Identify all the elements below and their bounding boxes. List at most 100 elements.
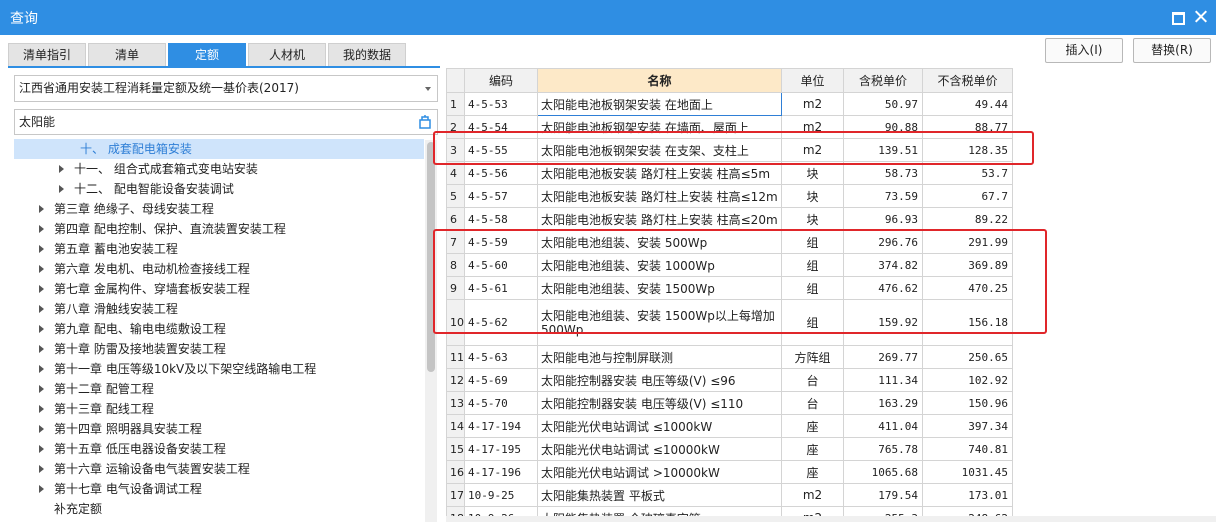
unit-cell[interactable]: 组 — [781, 276, 844, 300]
price-tax-cell[interactable]: 269.77 — [843, 345, 923, 369]
expand-arrow-icon[interactable] — [39, 345, 44, 353]
code-cell[interactable]: 4-5-60 — [464, 253, 538, 277]
unit-cell[interactable]: 块 — [781, 161, 844, 185]
code-cell[interactable]: 4-5-62 — [464, 299, 538, 346]
expand-arrow-icon[interactable] — [39, 285, 44, 293]
price-notax-cell[interactable]: 150.96 — [922, 391, 1013, 415]
expand-arrow-icon[interactable] — [59, 165, 64, 173]
price-tax-cell[interactable]: 163.29 — [843, 391, 923, 415]
expand-arrow-icon[interactable] — [59, 185, 64, 193]
row-number[interactable]: 2 — [446, 115, 465, 139]
name-cell[interactable]: 太阳能控制器安装 电压等级(V) ≤110 — [537, 391, 782, 415]
price-tax-cell[interactable]: 179.54 — [843, 483, 923, 507]
price-tax-cell[interactable]: 73.59 — [843, 184, 923, 208]
tab-quota[interactable]: 定额 — [168, 43, 246, 67]
code-cell[interactable]: 10-9-25 — [464, 483, 538, 507]
scrollbar-thumb[interactable] — [427, 142, 435, 372]
tree-item[interactable]: 第十五章 低压电器设备安装工程 — [14, 439, 424, 459]
name-cell[interactable]: 太阳能电池与控制屏联测 — [537, 345, 782, 369]
price-tax-cell[interactable]: 139.51 — [843, 138, 923, 162]
unit-cell[interactable]: 台 — [781, 368, 844, 392]
expand-arrow-icon[interactable] — [39, 265, 44, 273]
price-notax-cell[interactable]: 102.92 — [922, 368, 1013, 392]
row-number[interactable]: 16 — [446, 460, 465, 484]
name-cell[interactable]: 太阳能电池板钢架安装 在墙面、屋面上 — [537, 115, 782, 139]
price-tax-cell[interactable]: 90.88 — [843, 115, 923, 139]
code-cell[interactable]: 4-5-53 — [464, 92, 538, 116]
price-notax-cell[interactable]: 1031.45 — [922, 460, 1013, 484]
row-number[interactable]: 15 — [446, 437, 465, 461]
expand-arrow-icon[interactable] — [39, 245, 44, 253]
name-cell[interactable]: 太阳能电池板安装 路灯柱上安装 柱高≤20m — [537, 207, 782, 231]
tree-item[interactable]: 第五章 蓄电池安装工程 — [14, 239, 424, 259]
price-notax-cell[interactable]: 49.44 — [922, 92, 1013, 116]
row-number[interactable]: 14 — [446, 414, 465, 438]
row-number[interactable]: 4 — [446, 161, 465, 185]
table-row[interactable]: 7 4-5-59 太阳能电池组装、安装 500Wp 组 296.76 291.99 — [446, 230, 1013, 254]
code-cell[interactable]: 4-5-70 — [464, 391, 538, 415]
price-notax-cell[interactable]: 369.89 — [922, 253, 1013, 277]
code-cell[interactable]: 4-17-196 — [464, 460, 538, 484]
price-tax-cell[interactable]: 159.92 — [843, 299, 923, 346]
name-cell[interactable]: 太阳能电池板钢架安装 在地面上 — [537, 92, 782, 116]
unit-cell[interactable]: 组 — [781, 230, 844, 254]
price-tax-cell[interactable]: 476.62 — [843, 276, 923, 300]
tree-item[interactable]: 第十三章 配线工程 — [14, 399, 424, 419]
expand-arrow-icon[interactable] — [39, 385, 44, 393]
code-cell[interactable]: 4-5-56 — [464, 161, 538, 185]
unit-cell[interactable]: 座 — [781, 460, 844, 484]
tree-item[interactable]: 第六章 发电机、电动机检查接线工程 — [14, 259, 424, 279]
tab-materials[interactable]: 人材机 — [248, 43, 326, 67]
code-cell[interactable]: 4-5-59 — [464, 230, 538, 254]
header-price-tax[interactable]: 含税单价 — [843, 68, 923, 93]
table-row[interactable]: 3 4-5-55 太阳能电池板钢架安装 在支架、支柱上 m2 139.51 128.35 — [446, 138, 1013, 162]
expand-arrow-icon[interactable] — [39, 225, 44, 233]
row-number[interactable]: 5 — [446, 184, 465, 208]
name-cell[interactable]: 太阳能电池板安装 路灯柱上安装 柱高≤5m — [537, 161, 782, 185]
tree-item[interactable]: 第十七章 电气设备调试工程 — [14, 479, 424, 499]
tree-item[interactable]: 第十章 防雷及接地装置安装工程 — [14, 339, 424, 359]
unit-cell[interactable]: 块 — [781, 207, 844, 231]
table-row[interactable]: 14 4-17-194 太阳能光伏电站调试 ≤1000kW 座 411.04 397.34 — [446, 414, 1013, 438]
table-row[interactable]: 8 4-5-60 太阳能电池组装、安装 1000Wp 组 374.82 369.89 — [446, 253, 1013, 277]
row-number[interactable]: 6 — [446, 207, 465, 231]
header-unit[interactable]: 单位 — [781, 68, 844, 93]
price-notax-cell[interactable]: 397.34 — [922, 414, 1013, 438]
expand-arrow-icon[interactable] — [39, 205, 44, 213]
expand-arrow-icon[interactable] — [39, 325, 44, 333]
tree-item[interactable]: 第四章 配电控制、保护、直流装置安装工程 — [14, 219, 424, 239]
name-cell[interactable]: 太阳能光伏电站调试 ≤1000kW — [537, 414, 782, 438]
price-notax-cell[interactable]: 173.01 — [922, 483, 1013, 507]
table-row[interactable]: 5 4-5-57 太阳能电池板安装 路灯柱上安装 柱高≤12m 块 73.59 67.7 — [446, 184, 1013, 208]
code-cell[interactable]: 4-17-195 — [464, 437, 538, 461]
row-number[interactable]: 7 — [446, 230, 465, 254]
price-tax-cell[interactable]: 58.73 — [843, 161, 923, 185]
filter-icon[interactable] — [416, 113, 434, 131]
table-horizontal-scrollbar[interactable] — [446, 516, 1216, 522]
table-row[interactable]: 1 4-5-53 太阳能电池板钢架安装 在地面上 m2 50.97 49.44 — [446, 92, 1013, 116]
row-number[interactable]: 10 — [446, 299, 465, 346]
tree-item[interactable]: 第十二章 配管工程 — [14, 379, 424, 399]
row-number[interactable]: 1 — [446, 92, 465, 116]
unit-cell[interactable]: 座 — [781, 437, 844, 461]
price-notax-cell[interactable]: 67.7 — [922, 184, 1013, 208]
table-row[interactable]: 9 4-5-61 太阳能电池组装、安装 1500Wp 组 476.62 470.25 — [446, 276, 1013, 300]
row-number[interactable]: 17 — [446, 483, 465, 507]
unit-cell[interactable]: 台 — [781, 391, 844, 415]
row-number[interactable]: 8 — [446, 253, 465, 277]
expand-arrow-icon[interactable] — [39, 425, 44, 433]
replace-button[interactable]: 替换(R) — [1133, 38, 1211, 63]
expand-arrow-icon[interactable] — [39, 405, 44, 413]
library-select[interactable]: 江西省通用安装工程消耗量定额及统一基价表(2017) — [14, 75, 438, 102]
tree-item[interactable]: 十一、 组合式成套箱式变电站安装 — [14, 159, 424, 179]
expand-arrow-icon[interactable] — [39, 485, 44, 493]
price-notax-cell[interactable]: 156.18 — [922, 299, 1013, 346]
table-row[interactable]: 2 4-5-54 太阳能电池板钢架安装 在墙面、屋面上 m2 90.88 88.77 — [446, 115, 1013, 139]
code-cell[interactable]: 4-5-58 — [464, 207, 538, 231]
unit-cell[interactable]: 组 — [781, 253, 844, 277]
price-notax-cell[interactable]: 128.35 — [922, 138, 1013, 162]
code-cell[interactable]: 4-5-61 — [464, 276, 538, 300]
tree-item[interactable]: 十二、 配电智能设备安装调试 — [14, 179, 424, 199]
tree-item[interactable]: 第十四章 照明器具安装工程 — [14, 419, 424, 439]
price-notax-cell[interactable]: 470.25 — [922, 276, 1013, 300]
